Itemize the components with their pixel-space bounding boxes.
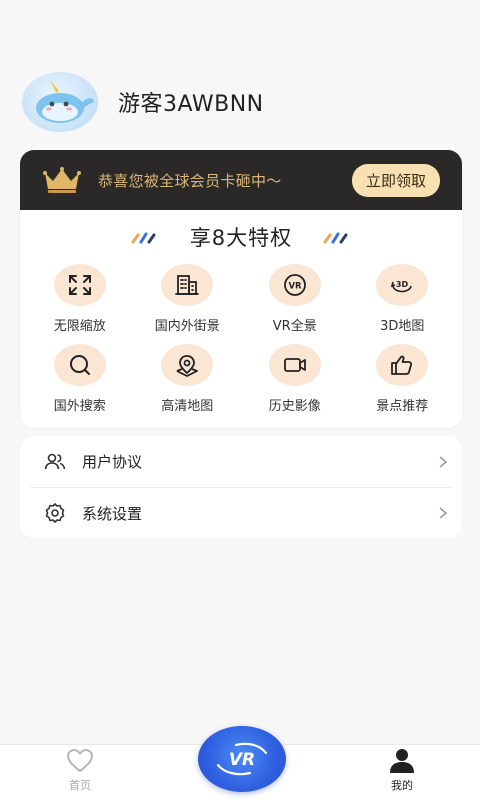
privilege-item-hdmap[interactable]: 高清地图	[134, 344, 242, 424]
heart-icon	[67, 749, 93, 772]
privilege-item-3d[interactable]: 3D 3D地图	[349, 264, 457, 344]
vip-card: 恭喜您被全球会员卡砸中～ 立即领取 享8大特权 无限缩放 国内外街景 VR VR…	[20, 150, 462, 428]
chevron-right-icon	[439, 455, 448, 468]
privileges-grid: 无限缩放 国内外街景 VR VR全景 3D 3D地图 国外搜索 高清地图 历史影…	[20, 264, 462, 424]
claim-button[interactable]: 立即领取	[351, 163, 440, 197]
svg-text:VR: VR	[288, 282, 302, 292]
username: 游客3AWBNN	[118, 92, 264, 117]
privilege-item-search[interactable]: 国外搜索	[26, 344, 134, 424]
narwhal-icon	[36, 80, 94, 123]
privilege-label: 3D地图	[380, 319, 425, 334]
privilege-label: VR全景	[272, 319, 317, 334]
privilege-label: 国内外街景	[154, 319, 220, 334]
vip-banner[interactable]: 恭喜您被全球会员卡砸中～ 立即领取	[20, 150, 462, 210]
privilege-label: 高清地图	[161, 399, 214, 414]
privilege-label: 国外搜索	[53, 399, 106, 414]
vip-banner-text: 恭喜您被全球会员卡砸中～	[98, 171, 282, 190]
decor-strokes-right-icon	[323, 232, 348, 244]
privilege-item-vr[interactable]: VR VR全景	[241, 264, 349, 344]
privilege-label: 历史影像	[268, 399, 321, 414]
privilege-label: 无限缩放	[53, 319, 106, 334]
tab-mine[interactable]: 我的	[384, 747, 420, 793]
vr-logo-icon: VR	[216, 742, 268, 776]
profile-header: 游客3AWBNN	[22, 72, 264, 132]
vr-logo-text: VR	[229, 750, 255, 770]
privilege-label: 景点推荐	[376, 399, 429, 414]
decor-strokes-left-icon	[131, 232, 156, 244]
map-pin-icon	[176, 355, 199, 377]
crown-icon	[43, 167, 81, 193]
search-icon	[69, 355, 90, 375]
menu-label: 用户协议	[82, 453, 143, 471]
tab-mine-label: 我的	[391, 779, 413, 792]
privilege-item-streetview[interactable]: 国内外街景	[134, 264, 242, 344]
video-icon	[283, 358, 306, 372]
settings-menu: 用户协议 系统设置	[20, 436, 462, 538]
vr-center-button[interactable]: VR	[198, 726, 286, 792]
3d-rotate-icon: 3D	[391, 280, 413, 293]
privilege-item-recommend[interactable]: 景点推荐	[349, 344, 457, 424]
building-icon	[175, 275, 200, 295]
avatar[interactable]	[22, 72, 98, 132]
tab-home[interactable]: 首页	[62, 747, 98, 793]
menu-item-user-agreement[interactable]: 用户协议	[20, 436, 462, 487]
menu-item-system-settings[interactable]: 系统设置	[30, 487, 452, 538]
tab-home-label: 首页	[69, 779, 91, 792]
privileges-title-row: 享8大特权	[20, 210, 462, 264]
vr-icon: VR	[283, 274, 306, 296]
privileges-title: 享8大特权	[189, 226, 293, 250]
gear-icon	[45, 503, 65, 523]
svg-text:3D: 3D	[396, 280, 409, 289]
chevron-right-icon	[439, 507, 448, 519]
thumbs-up-icon	[391, 355, 413, 375]
privilege-item-zoom[interactable]: 无限缩放	[26, 264, 134, 344]
privilege-item-history[interactable]: 历史影像	[241, 344, 349, 424]
user-icon	[390, 749, 414, 773]
menu-label: 系统设置	[82, 504, 143, 523]
users-icon	[44, 453, 66, 469]
fullscreen-icon	[68, 275, 91, 295]
